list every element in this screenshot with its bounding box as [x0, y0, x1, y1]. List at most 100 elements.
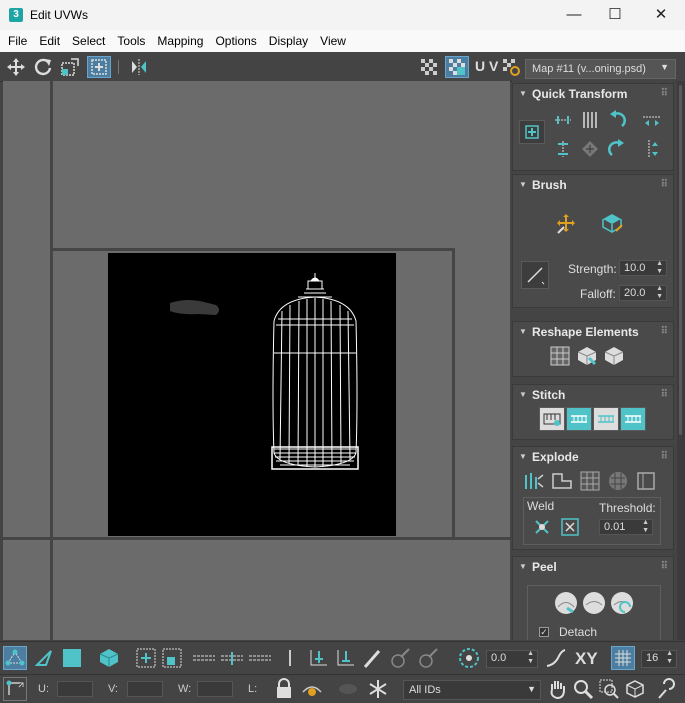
rollout-header[interactable]: ▼ Explode ⠿	[513, 447, 673, 467]
peel-mode-icon[interactable]	[581, 591, 607, 615]
paint-grow-icon[interactable]	[388, 646, 412, 670]
set-pivot-icon[interactable]	[519, 120, 545, 144]
shrink-selection-icon[interactable]	[160, 646, 184, 670]
grow-selection-icon[interactable]	[134, 646, 158, 670]
stitch-source-icon[interactable]	[566, 407, 592, 431]
zoom-region-icon[interactable]	[597, 677, 621, 701]
strength-spinner[interactable]: 10.0 ▲ ▼	[619, 260, 667, 276]
menu-edit[interactable]: Edit	[33, 30, 66, 52]
checker-teal-icon[interactable]	[445, 56, 469, 78]
freeform-mode-icon[interactable]	[87, 56, 111, 78]
menu-select[interactable]: Select	[66, 30, 111, 52]
space-vertical-icon[interactable]	[577, 108, 603, 132]
straighten-icon[interactable]	[547, 344, 573, 368]
absolute-offset-icon[interactable]	[3, 677, 27, 701]
break-icon[interactable]	[521, 469, 547, 493]
hide-show-icon[interactable]	[300, 677, 324, 701]
vertex-mode-icon[interactable]	[3, 646, 27, 670]
texture-canvas[interactable]	[108, 253, 396, 536]
zoom-extents-icon[interactable]	[623, 677, 647, 701]
flatten-icon[interactable]	[549, 469, 575, 493]
freeze-icon[interactable]	[366, 677, 390, 701]
angle-spinner[interactable]: 0.0 ▲ ▼	[486, 650, 538, 668]
pan-icon[interactable]	[545, 677, 569, 701]
stitch-average-icon[interactable]	[593, 407, 619, 431]
point-to-point-icon[interactable]	[248, 646, 272, 670]
rollout-header[interactable]: ▼ Brush ⠿	[513, 175, 673, 195]
detach-checkbox[interactable]: ✓	[539, 627, 549, 637]
scale-icon[interactable]	[58, 56, 82, 78]
peel-reset-icon[interactable]	[609, 591, 635, 615]
menu-file[interactable]: File	[2, 30, 33, 52]
mirror-icon[interactable]	[127, 56, 151, 78]
rotate-icon[interactable]	[31, 56, 55, 78]
spinner-arrows-icon[interactable]: ▲ ▼	[666, 650, 673, 666]
space-grid-icon[interactable]	[577, 137, 603, 161]
select-overlap-icon[interactable]	[334, 646, 358, 670]
maximize-button[interactable]: ☐	[604, 5, 626, 25]
close-button[interactable]: ✕	[650, 5, 672, 25]
filter-selected-icon[interactable]	[336, 677, 360, 701]
checker-icon[interactable]	[417, 56, 441, 78]
falloff-spinner[interactable]: 20.0 ▲ ▼	[619, 285, 667, 301]
rollout-header[interactable]: ▼ Peel ⠿	[513, 557, 673, 577]
align-tie-horizontal-icon[interactable]	[639, 108, 665, 132]
spinner-arrows-icon[interactable]: ▲ ▼	[527, 650, 534, 666]
menu-display[interactable]: Display	[263, 30, 314, 52]
align-tie-vertical-icon[interactable]	[639, 137, 665, 161]
move-icon[interactable]	[4, 56, 28, 78]
panel-scrollbar[interactable]	[677, 81, 685, 640]
v-field[interactable]	[127, 681, 163, 697]
uv-space-label[interactable]: U V	[475, 58, 498, 74]
xy-space-label[interactable]: XY	[575, 649, 598, 669]
map-selector[interactable]: Map #11 (v...oning.psd) ▼	[525, 59, 676, 79]
brush-settings-icon[interactable]	[521, 261, 549, 289]
help-icon[interactable]	[653, 677, 677, 701]
grid-size-spinner[interactable]: 16 ▲ ▼	[641, 650, 677, 668]
rollout-header[interactable]: ▼ Quick Transform ⠿	[513, 84, 673, 104]
relax-brush-icon[interactable]	[599, 211, 625, 235]
rollout-header[interactable]: ▼ Stitch ⠿	[513, 385, 673, 405]
paint-select-icon[interactable]	[360, 646, 384, 670]
quick-peel-icon[interactable]	[553, 591, 579, 615]
w-field[interactable]	[197, 681, 233, 697]
texture-settings-icon[interactable]	[499, 56, 523, 78]
soft-selection-icon[interactable]	[457, 646, 481, 670]
face-mode-icon[interactable]	[60, 646, 84, 670]
edge-mode-icon[interactable]	[32, 646, 56, 670]
paint-shrink-icon[interactable]	[416, 646, 440, 670]
rotate-ccw-icon[interactable]	[604, 108, 630, 132]
id-filter-dropdown[interactable]: All IDs ▼	[403, 680, 541, 700]
explode-frame-icon[interactable]	[633, 469, 659, 493]
spinner-arrows-icon[interactable]: ▲ ▼	[656, 260, 663, 276]
falloff-curve-icon[interactable]	[544, 646, 568, 670]
threshold-spinner[interactable]: 0.01 ▲ ▼	[599, 519, 653, 535]
scrollbar-thumb[interactable]	[679, 85, 682, 435]
grid-snap-icon[interactable]	[611, 646, 635, 670]
lock-icon[interactable]	[272, 677, 296, 701]
stitch-custom-icon[interactable]	[539, 407, 565, 431]
loop-icon[interactable]	[192, 646, 216, 670]
align-vertical-icon[interactable]	[550, 137, 576, 161]
spinner-arrows-icon[interactable]: ▲ ▼	[642, 519, 649, 535]
weld-selected-icon[interactable]	[529, 515, 555, 539]
paint-move-icon[interactable]	[553, 211, 579, 235]
weld-target-icon[interactable]	[557, 515, 583, 539]
u-field[interactable]	[57, 681, 93, 697]
align-horizontal-icon[interactable]	[550, 108, 576, 132]
menu-options[interactable]: Options	[209, 30, 262, 52]
ring-icon[interactable]	[220, 646, 244, 670]
explode-checker-icon[interactable]	[605, 469, 631, 493]
select-inverted-icon[interactable]	[307, 646, 331, 670]
explode-grid-icon[interactable]	[577, 469, 603, 493]
menu-mapping[interactable]: Mapping	[151, 30, 209, 52]
relax-element-icon[interactable]	[574, 344, 600, 368]
spinner-arrows-icon[interactable]: ▲ ▼	[656, 285, 663, 301]
menu-view[interactable]: View	[314, 30, 352, 52]
element-mode-icon[interactable]	[97, 646, 121, 670]
rollout-header[interactable]: ▼ Reshape Elements ⠿	[513, 322, 673, 342]
relax-options-icon[interactable]	[601, 344, 627, 368]
stitch-target-icon[interactable]	[620, 407, 646, 431]
edge-sel-icon[interactable]	[278, 646, 302, 670]
zoom-icon[interactable]	[571, 677, 595, 701]
